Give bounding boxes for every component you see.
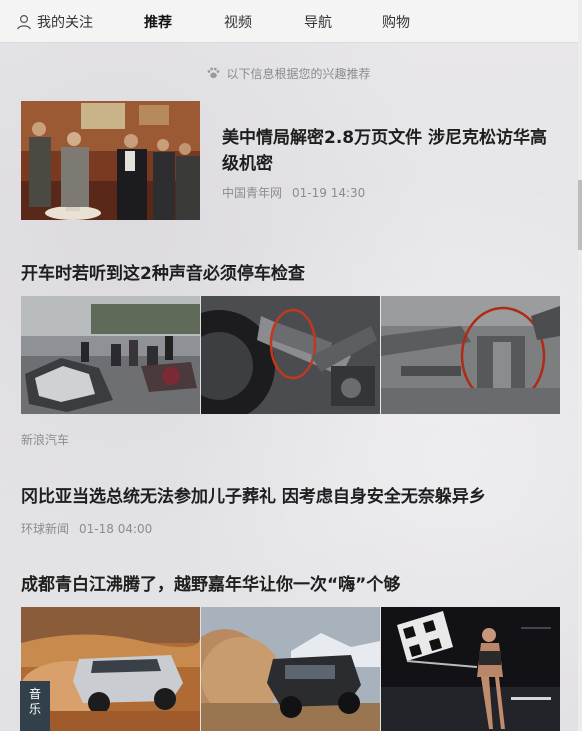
article-4-image-2[interactable]: [201, 607, 380, 731]
recommend-hint: 以下信息根据您的兴趣推荐: [0, 65, 578, 82]
article-2-image-1[interactable]: [21, 296, 200, 414]
article-2-title[interactable]: 开车时若听到这2种声音必须停车检查: [21, 261, 561, 287]
article-1-thumbnail[interactable]: [21, 101, 200, 220]
article-2-source: 新浪汽车: [21, 433, 70, 447]
article-2-image-2[interactable]: [201, 296, 380, 414]
article-4-image-3[interactable]: [381, 607, 560, 731]
tab-video[interactable]: 视频: [224, 12, 252, 32]
music-badge-line1: 音: [28, 687, 41, 701]
user-icon: [17, 14, 31, 30]
news-feed: 以下信息根据您的兴趣推荐 美中情局解密2.8万页文件 涉尼克松访华高级机密 中国…: [0, 43, 578, 731]
recommend-hint-text: 以下信息根据您的兴趣推荐: [226, 67, 371, 81]
article-3-title[interactable]: 冈比亚当选总统无法参加儿子葬礼 因考虑自身安全无奈躲异乡: [21, 484, 561, 510]
article-3-source: 环球新闻: [21, 522, 70, 536]
tab-navigation[interactable]: 导航: [304, 12, 332, 32]
top-nav-bar: 我的关注 推荐 视频 导航 购物: [0, 0, 578, 43]
article-3-meta: 环球新闻 01-18 04:00: [21, 520, 152, 537]
scrollbar-track[interactable]: [578, 0, 582, 731]
scrollbar-thumb[interactable]: [578, 180, 582, 250]
article-3-time: 01-18 04:00: [79, 522, 153, 536]
article-1-meta: 中国青年网 01-19 14:30: [222, 184, 365, 201]
article-1-time: 01-19 14:30: [292, 186, 366, 200]
article-1-title[interactable]: 美中情局解密2.8万页文件 涉尼克松访华高级机密: [222, 125, 552, 177]
article-1-source: 中国青年网: [222, 186, 283, 200]
tab-recommend[interactable]: 推荐: [144, 12, 172, 32]
music-badge[interactable]: 音 乐: [20, 681, 50, 731]
music-badge-line2: 乐: [28, 702, 41, 716]
tab-my-follow-label: 我的关注: [37, 15, 93, 31]
article-2-image-3[interactable]: [381, 296, 560, 414]
tab-shopping[interactable]: 购物: [382, 12, 410, 32]
tab-my-follow[interactable]: 我的关注: [16, 12, 93, 32]
article-4-title[interactable]: 成都青白江沸腾了，越野嘉年华让你一次“嗨”个够: [21, 572, 561, 598]
paw-icon: [208, 67, 220, 79]
